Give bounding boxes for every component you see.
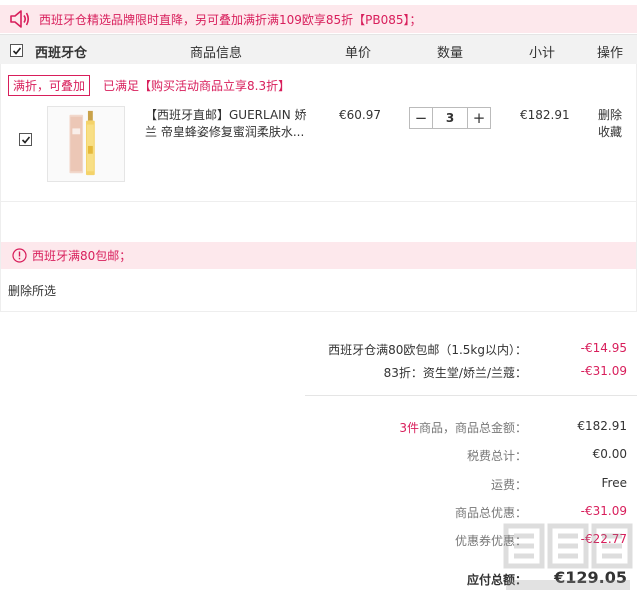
qty-decrease-button[interactable]: − (410, 108, 432, 128)
qty-input[interactable]: 3 (432, 108, 468, 128)
product-title-link[interactable]: 【西班牙直邮】GUERLAIN 娇 兰 帝皇蜂姿修复蜜润柔肤水... (145, 107, 309, 141)
unit-price: €60.97 (339, 108, 381, 122)
delete-item-link[interactable]: 删除 (598, 107, 622, 124)
cart-item-group: 满折，可叠加 已满足【购买活动商品立享8.3折】 【西班牙直邮】GUERLAIN… (0, 64, 637, 312)
goods-total-value: €182.91 (577, 419, 627, 433)
discount-value: -€14.95 (580, 341, 627, 355)
cart-header: 西班牙仓 商品信息 单价 数量 小计 操作 (0, 34, 637, 64)
column-header-operation: 操作 (597, 46, 624, 61)
quantity-stepper: − 3 + (409, 107, 491, 129)
total-discount-value: -€31.09 (580, 504, 627, 518)
item-operations: 删除 收藏 (598, 107, 622, 141)
shipping-notice-bar: 西班牙满80包邮； (1, 242, 636, 269)
store-name: 西班牙仓 (35, 46, 88, 61)
tax-label: 税费总计： (466, 449, 527, 463)
column-header-subtotal: 小计 (529, 46, 556, 61)
shipping-label: 运费： (490, 478, 527, 492)
qty-increase-button[interactable]: + (468, 108, 490, 128)
product-thumbnail[interactable] (47, 106, 125, 182)
check-icon (21, 135, 30, 144)
divider (1, 201, 636, 202)
watermark-logo (503, 523, 633, 590)
favorite-item-link[interactable]: 收藏 (598, 124, 622, 141)
shipping-row: 运费： Free (227, 476, 627, 494)
select-all-checkbox[interactable] (10, 44, 23, 57)
item-subtotal: €182.91 (520, 108, 570, 122)
promo-tag: 满折，可叠加 (8, 75, 91, 96)
info-icon (12, 248, 27, 263)
discount-row: 西班牙仓满80欧包邮（1.5kg以内）： -€14.95 (227, 341, 627, 359)
product-bottle-image (69, 110, 95, 176)
discount-value: -€31.09 (580, 364, 627, 378)
check-icon (12, 46, 21, 55)
promo-status-text: 已满足【购买活动商品立享8.3折】 (103, 79, 291, 93)
column-header-info: 商品信息 (190, 46, 243, 61)
divider (305, 395, 637, 396)
item-checkbox[interactable] (19, 133, 32, 146)
speaker-icon (10, 10, 30, 28)
tax-value: €0.00 (592, 447, 627, 461)
discount-label: 83折：资生堂/娇兰/兰蔻： (383, 366, 527, 380)
discount-label: 西班牙仓满80欧包邮（1.5kg以内）： (328, 343, 527, 357)
shipping-notice-text: 西班牙满80包邮； (32, 249, 132, 263)
notice-text: 西班牙仓精选品牌限时直降，另可叠加满折满109欧享85折【PB085】； (39, 12, 422, 27)
goods-total-row: 3件商品，商品总金额： €182.91 (227, 419, 627, 437)
delete-selected-link[interactable]: 删除所选 (8, 282, 56, 299)
discount-row: 83折：资生堂/娇兰/兰蔻： -€31.09 (227, 364, 627, 382)
shipping-value: Free (601, 476, 627, 490)
column-header-qty: 数量 (437, 46, 464, 61)
column-header-price: 单价 (345, 46, 372, 61)
promo-notice-bar: 西班牙仓精选品牌限时直降，另可叠加满折满109欧享85折【PB085】； (0, 5, 637, 33)
goods-total-label: 3件商品，商品总金额： (399, 421, 527, 435)
tax-row: 税费总计： €0.00 (227, 447, 627, 465)
total-discount-label: 商品总优惠： (454, 506, 527, 520)
